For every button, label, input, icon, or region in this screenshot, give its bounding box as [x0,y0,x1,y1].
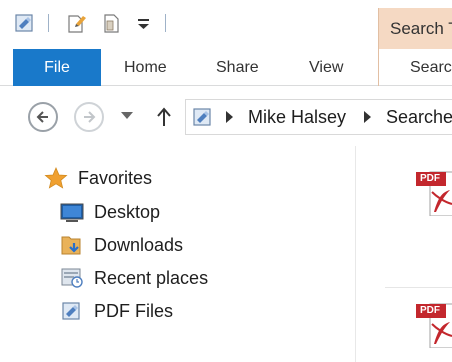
navigation-pane: Favorites Desktop Downloads Recent place… [0,146,355,362]
back-arrow-icon [36,111,48,123]
forward-arrow-icon [84,111,96,123]
pdf-file-icon[interactable]: PDF [414,168,452,217]
sidebar-item-label: Downloads [94,234,184,255]
address-bar[interactable]: Mike Halsey Searche [185,99,452,135]
nav-item-downloads[interactable]: Downloads [60,232,183,258]
tab-home[interactable]: Home [124,49,167,86]
tab-view[interactable]: View [309,49,343,86]
breadcrumb-mike-halsey[interactable]: Mike Halsey [248,107,346,128]
ribbon-tabs: File Home Share View Searc [0,49,452,86]
tab-file[interactable]: File [13,49,101,86]
new-folder-icon[interactable] [66,12,88,34]
saved-search-icon [60,300,84,322]
favorites-label: Favorites [78,167,153,188]
search-tools-context-tab[interactable]: Search T [378,8,452,49]
qat-separator [165,14,166,32]
qat-separator [48,14,49,32]
breadcrumb-separator-icon[interactable] [364,111,371,123]
pdf-badge-label: PDF [420,173,440,184]
properties-icon[interactable] [14,12,36,34]
back-button[interactable] [28,102,58,132]
file-row-divider [385,287,452,288]
new-file-icon[interactable] [101,12,123,34]
desktop-icon [60,201,84,223]
breadcrumb-searches[interactable]: Searche [386,107,452,128]
recent-locations-chevron-down-icon[interactable] [121,112,133,119]
navigation-bar: Mike Halsey Searche [0,86,452,146]
up-button[interactable] [154,106,174,128]
pdf-badge-label: PDF [420,305,440,316]
sidebar-item-label: Desktop [94,201,161,222]
sidebar-item-label: PDF Files [94,300,174,321]
up-arrow-icon [157,107,171,126]
forward-button[interactable] [74,102,104,132]
nav-item-pdf-files[interactable]: PDF Files [60,298,173,324]
star-icon [44,166,68,189]
pdf-file-icon[interactable]: PDF [414,300,452,349]
customize-qat-icon[interactable] [133,12,155,34]
tab-share[interactable]: Share [216,49,259,86]
context-tab-label: Search T [390,19,452,38]
context-tab-border [378,49,379,86]
breadcrumb-separator-icon[interactable] [226,111,233,123]
downloads-folder-icon [60,234,84,256]
search-folder-icon [192,106,214,128]
nav-item-recent-places[interactable]: Recent places [60,265,208,291]
sidebar-item-label: Recent places [94,267,209,288]
title-bar: Search T [0,0,452,49]
nav-item-desktop[interactable]: Desktop [60,199,160,225]
nav-favorites[interactable]: Favorites [44,165,152,191]
recent-places-icon [60,267,84,289]
tab-search[interactable]: Searc [410,49,452,86]
